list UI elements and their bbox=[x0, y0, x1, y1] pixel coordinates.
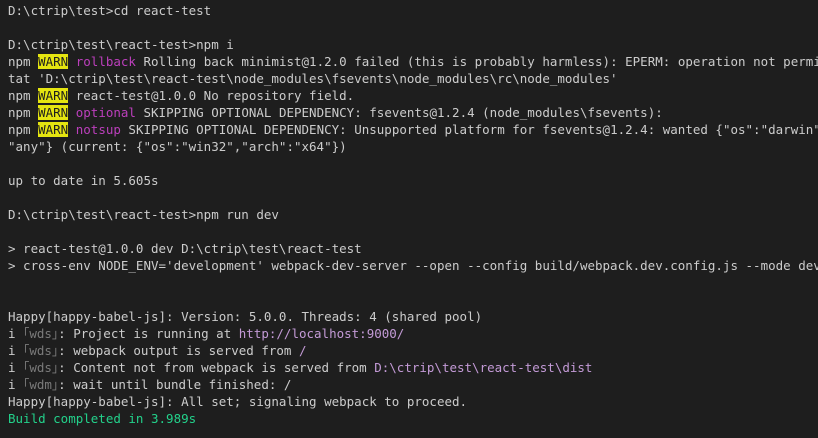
terminal-line: i ｢wdm｣: wait until bundle finished: / bbox=[8, 376, 818, 393]
line-text: D:\ctrip\test\react-test>npm run dev bbox=[8, 207, 279, 222]
line-text: up to date in 5.605s bbox=[8, 173, 159, 188]
warn-category: notsup bbox=[75, 122, 121, 137]
terminal-line: tat 'D:\ctrip\test\react-test\node_modul… bbox=[8, 70, 818, 87]
terminal-line: npm WARN react-test@1.0.0 No repository … bbox=[8, 87, 818, 104]
path-link: http://localhost:9000/ bbox=[238, 326, 405, 341]
line-text: npm bbox=[8, 54, 39, 69]
path-link: D:\ctrip\test\react-test\dist bbox=[374, 360, 593, 375]
log-source-tag: ｢wds｣ bbox=[23, 326, 59, 341]
line-text: D:\ctrip\test>cd react-test bbox=[8, 3, 212, 18]
warn-badge: WARN bbox=[38, 88, 69, 103]
build-status: Build completed in 3.989s bbox=[8, 411, 197, 426]
line-text: SKIPPING OPTIONAL DEPENDENCY: Unsupporte… bbox=[120, 122, 818, 137]
line-text bbox=[68, 122, 76, 137]
terminal-line: i ｢wds｣: Project is running at http://lo… bbox=[8, 325, 818, 342]
line-text: tat 'D:\ctrip\test\react-test\node_modul… bbox=[8, 71, 618, 86]
terminal-line: > cross-env NODE_ENV='development' webpa… bbox=[8, 257, 818, 274]
line-text: : wait until bundle finished: / bbox=[58, 377, 292, 392]
line-text bbox=[68, 105, 76, 120]
terminal-line: > react-test@1.0.0 dev D:\ctrip\test\rea… bbox=[8, 240, 818, 257]
line-text: react-test@1.0.0 No repository field. bbox=[68, 88, 355, 103]
line-text: Happy[happy-babel-js]: All set; signalin… bbox=[8, 394, 468, 409]
line-text bbox=[68, 54, 76, 69]
terminal-line: npm WARN rollback Rolling back minimist@… bbox=[8, 53, 818, 70]
line-text: SKIPPING OPTIONAL DEPENDENCY: fsevents@1… bbox=[135, 105, 663, 120]
line-text: > react-test@1.0.0 dev D:\ctrip\test\rea… bbox=[8, 241, 362, 256]
terminal-line: D:\ctrip\test\react-test>npm run dev bbox=[8, 206, 818, 223]
terminal-line: Happy[happy-babel-js]: Version: 5.0.0. T… bbox=[8, 308, 818, 325]
line-text: Rolling back minimist@1.2.0 failed (this… bbox=[135, 54, 818, 69]
terminal-line: D:\ctrip\test\react-test>npm i bbox=[8, 36, 818, 53]
terminal-line: i ｢wds｣: Content not from webpack is ser… bbox=[8, 359, 818, 376]
terminal-line: npm WARN optional SKIPPING OPTIONAL DEPE… bbox=[8, 104, 818, 121]
terminal-line: npm WARN notsup SKIPPING OPTIONAL DEPEND… bbox=[8, 121, 818, 138]
line-text: Happy[happy-babel-js]: Version: 5.0.0. T… bbox=[8, 309, 483, 324]
line-text: npm bbox=[8, 105, 39, 120]
line-text: : Content not from webpack is served fro… bbox=[58, 360, 375, 375]
warn-badge: WARN bbox=[38, 105, 69, 120]
terminal-line: "any"} (current: {"os":"win32","arch":"x… bbox=[8, 138, 818, 155]
terminal-line: i ｢wds｣: webpack output is served from / bbox=[8, 342, 818, 359]
line-text: : Project is running at bbox=[58, 326, 239, 341]
terminal-line: Build completed in 3.989s bbox=[8, 410, 818, 427]
line-text: D:\ctrip\test\react-test>npm i bbox=[8, 37, 234, 52]
line-text: "any"} (current: {"os":"win32","arch":"x… bbox=[8, 139, 347, 154]
terminal-output[interactable]: D:\ctrip\test>cd react-test D:\ctrip\test… bbox=[0, 0, 818, 438]
line-text: : webpack output is served from bbox=[58, 343, 299, 358]
warn-category: optional bbox=[75, 105, 136, 120]
line-text: > cross-env NODE_ENV='development' webpa… bbox=[8, 258, 818, 273]
line-text: i bbox=[8, 377, 24, 392]
log-source-tag: ｢wds｣ bbox=[23, 343, 59, 358]
terminal-line: up to date in 5.605s bbox=[8, 172, 818, 189]
line-text: npm bbox=[8, 122, 39, 137]
path-link: / bbox=[298, 343, 307, 358]
terminal-line: Happy[happy-babel-js]: All set; signalin… bbox=[8, 393, 818, 410]
log-source-tag: ｢wds｣ bbox=[23, 360, 59, 375]
warn-badge: WARN bbox=[38, 122, 69, 137]
line-text: i bbox=[8, 343, 24, 358]
line-text: npm bbox=[8, 88, 39, 103]
log-source-tag: ｢wdm｣ bbox=[23, 377, 59, 392]
line-text: i bbox=[8, 326, 24, 341]
terminal-line: D:\ctrip\test>cd react-test bbox=[8, 2, 818, 19]
warn-category: rollback bbox=[75, 54, 136, 69]
warn-badge: WARN bbox=[38, 54, 69, 69]
line-text: i bbox=[8, 360, 24, 375]
